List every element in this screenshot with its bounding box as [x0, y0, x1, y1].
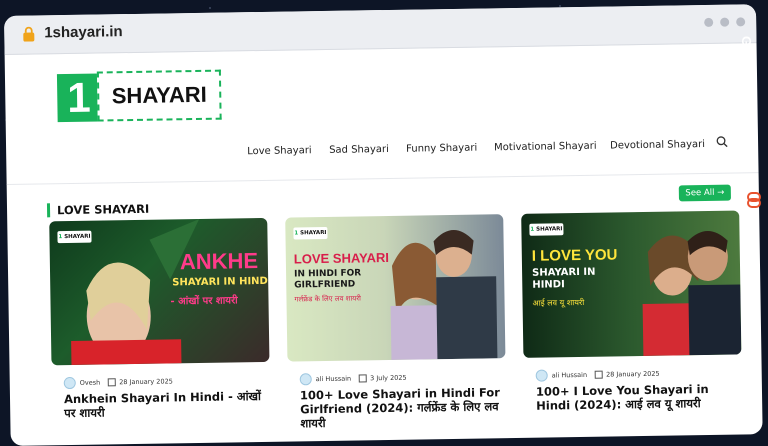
post-meta: Ovesh 28 January 2025: [63, 375, 173, 390]
logo-mark: 1: [56, 73, 100, 123]
nav-item-devotional-shayari[interactable]: Devotional Shayari: [610, 139, 705, 151]
post-thumbnail[interactable]: 1 SHAYARI LOVE SHAYARI IN HINDI FOR GIRL…: [285, 214, 506, 362]
author-name[interactable]: Ovesh: [80, 379, 101, 387]
post-title[interactable]: 100+ I Love You Shayari in Hindi (2024):…: [536, 381, 746, 413]
address-bar-url[interactable]: 1shayari.in: [44, 23, 123, 41]
nav-item-love-shayari[interactable]: Love Shayari: [247, 145, 312, 157]
thumbnail-hindi: आई लव यू शायरी: [532, 297, 585, 308]
main-nav: Love Shayari Sad Shayari Funny Shayari M…: [236, 136, 736, 169]
post-title[interactable]: Ankhein Shayari In Hindi - आंखों पर शायर…: [64, 389, 274, 420]
window-dot-icon[interactable]: [736, 17, 746, 27]
calendar-icon: [108, 378, 117, 387]
calendar-icon: [595, 370, 604, 379]
thumbnail-hindi: - आंखों पर शायरी: [170, 295, 238, 308]
site-logo[interactable]: 1 SHAYARI: [56, 69, 223, 125]
post-meta: ali Hussain 28 January 2025: [535, 368, 660, 382]
post-date: 3 July 2025: [370, 373, 407, 383]
side-brand-text: GUESTPOSTLINKS: [739, 36, 754, 163]
thumbnail-badge: 1 SHAYARI: [293, 226, 328, 240]
side-brand: GUESTPOSTLINKS: [739, 30, 767, 230]
nav-item-funny-shayari[interactable]: Funny Shayari: [406, 143, 477, 155]
post-date: 28 January 2025: [119, 377, 173, 387]
header-divider: [6, 172, 759, 185]
thumbnail-hindi: गर्लफ्रेंड के लिए लव शायरी: [294, 294, 362, 304]
see-all-button[interactable]: See All →: [678, 184, 731, 202]
thumbnail-heading: LOVE SHAYARI: [293, 249, 390, 267]
post-meta: ali Hussain 3 July 2025: [299, 372, 407, 386]
thumbnail-heading: I LOVE YOU: [531, 246, 618, 265]
browser-window: 1shayari.in 1 SHAYARI Love Shayari Sad S…: [4, 4, 763, 446]
post-card[interactable]: 1 SHAYARI I LOVE YOU SHAYARI IN HINDI आई…: [521, 210, 742, 413]
nav-item-sad-shayari[interactable]: Sad Shayari: [329, 144, 389, 156]
thumbnail-badge: 1 SHAYARI: [529, 223, 564, 236]
thumbnail-subheading: IN HINDI FOR GIRLFRIEND: [294, 268, 362, 291]
chain-link-icon: [747, 192, 761, 208]
nav-item-motivational-shayari[interactable]: Motivational Shayari: [494, 141, 597, 154]
author-avatar: [63, 376, 76, 390]
author-avatar: [535, 369, 548, 382]
author-avatar: [299, 373, 312, 386]
post-title[interactable]: 100+ Love Shayari in Hindi For Girlfrien…: [300, 385, 511, 430]
lock-icon: [23, 26, 35, 42]
thumbnail-subheading: SHAYARI IN HINDI: [172, 275, 270, 289]
calendar-icon: [359, 374, 368, 383]
post-card[interactable]: 1 SHAYARI ANKHE SHAYARI IN HINDI - आंखों…: [49, 217, 270, 420]
author-name[interactable]: ali Hussain: [316, 375, 351, 384]
post-date: 28 January 2025: [606, 369, 660, 379]
thumbnail-subheading: SHAYARI IN HINDI: [532, 266, 596, 291]
post-thumbnail[interactable]: 1 SHAYARI ANKHE SHAYARI IN HINDI - आंखों…: [49, 217, 270, 366]
search-icon[interactable]: [716, 136, 728, 148]
post-thumbnail[interactable]: 1 SHAYARI I LOVE YOU SHAYARI IN HINDI आई…: [521, 210, 742, 358]
author-name[interactable]: ali Hussain: [552, 371, 587, 380]
post-card[interactable]: 1 SHAYARI LOVE SHAYARI IN HINDI FOR GIRL…: [285, 214, 506, 430]
thumbnail-badge: 1 SHAYARI: [57, 230, 92, 244]
window-dot-icon[interactable]: [720, 17, 730, 27]
logo-text: SHAYARI: [96, 69, 222, 122]
thumbnail-heading: ANKHE: [179, 248, 259, 275]
window-dot-icon[interactable]: [704, 17, 714, 28]
section-title: LOVE SHAYARI: [46, 201, 149, 218]
